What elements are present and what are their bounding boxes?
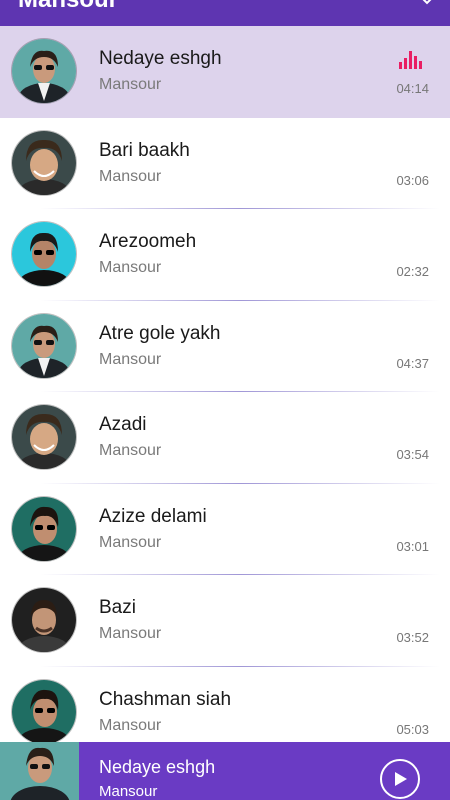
album-art xyxy=(12,222,76,286)
song-title: Nedaye eshgh xyxy=(99,48,222,69)
song-duration: 02:32 xyxy=(396,264,429,279)
song-title: Bazi xyxy=(99,597,136,618)
album-art xyxy=(12,39,76,103)
album-art xyxy=(12,130,76,195)
song-artist: Mansour xyxy=(99,533,162,551)
song-duration: 05:03 xyxy=(396,721,429,737)
equalizer-icon xyxy=(399,51,422,69)
chevron-down-icon[interactable] xyxy=(420,0,434,8)
song-row[interactable]: Azadi Mansour 03:54 xyxy=(0,392,450,484)
album-art xyxy=(12,496,76,561)
song-artist: Mansour xyxy=(99,625,162,642)
now-playing-bar[interactable]: Nedaye eshgh Mansour xyxy=(0,742,450,800)
album-art xyxy=(12,405,76,469)
play-icon xyxy=(395,772,407,786)
song-artist: Mansour xyxy=(99,716,162,734)
song-duration: 03:01 xyxy=(396,538,429,554)
song-title: Arezoomeh xyxy=(99,231,197,252)
album-art xyxy=(12,313,76,378)
song-row[interactable]: Bari baakh Mansour 03:06 xyxy=(0,117,450,209)
song-list: Nedaye eshgh Mansour 04:14 Bari baakh Ma… xyxy=(0,26,450,758)
play-button[interactable] xyxy=(380,759,420,799)
now-playing-artist: Mansour xyxy=(99,783,158,800)
song-artist: Mansour xyxy=(99,259,162,276)
song-title: Azize delami xyxy=(99,505,207,527)
song-artist: Mansour xyxy=(99,76,162,93)
song-title: Chashman siah xyxy=(99,688,232,710)
now-playing-title: Nedaye eshgh xyxy=(99,757,216,777)
now-playing-art xyxy=(0,742,79,800)
song-row[interactable]: Arezoomeh Mansour 02:32 xyxy=(0,209,450,301)
song-duration: 04:14 xyxy=(396,81,429,96)
song-title: Atre gole yakh xyxy=(99,322,221,344)
page-title: Mansour xyxy=(18,0,118,16)
album-art xyxy=(12,679,76,744)
song-duration: 03:52 xyxy=(396,630,429,645)
song-title: Azadi xyxy=(99,414,147,435)
song-duration: 03:54 xyxy=(396,447,429,462)
song-artist: Mansour xyxy=(99,442,162,459)
song-artist: Mansour xyxy=(99,350,162,368)
song-row[interactable]: Bazi Mansour 03:52 xyxy=(0,575,450,667)
song-duration: 03:06 xyxy=(396,172,429,188)
song-title: Bari baakh xyxy=(99,139,190,161)
song-duration: 04:37 xyxy=(396,355,429,371)
song-row[interactable]: Atre gole yakh Mansour 04:37 xyxy=(0,300,450,392)
song-row[interactable]: Azize delami Mansour 03:01 xyxy=(0,483,450,575)
song-artist: Mansour xyxy=(99,167,162,185)
song-row[interactable]: Nedaye eshgh Mansour 04:14 xyxy=(0,26,450,118)
album-art xyxy=(12,588,76,652)
app-bar: Mansour xyxy=(0,0,450,26)
